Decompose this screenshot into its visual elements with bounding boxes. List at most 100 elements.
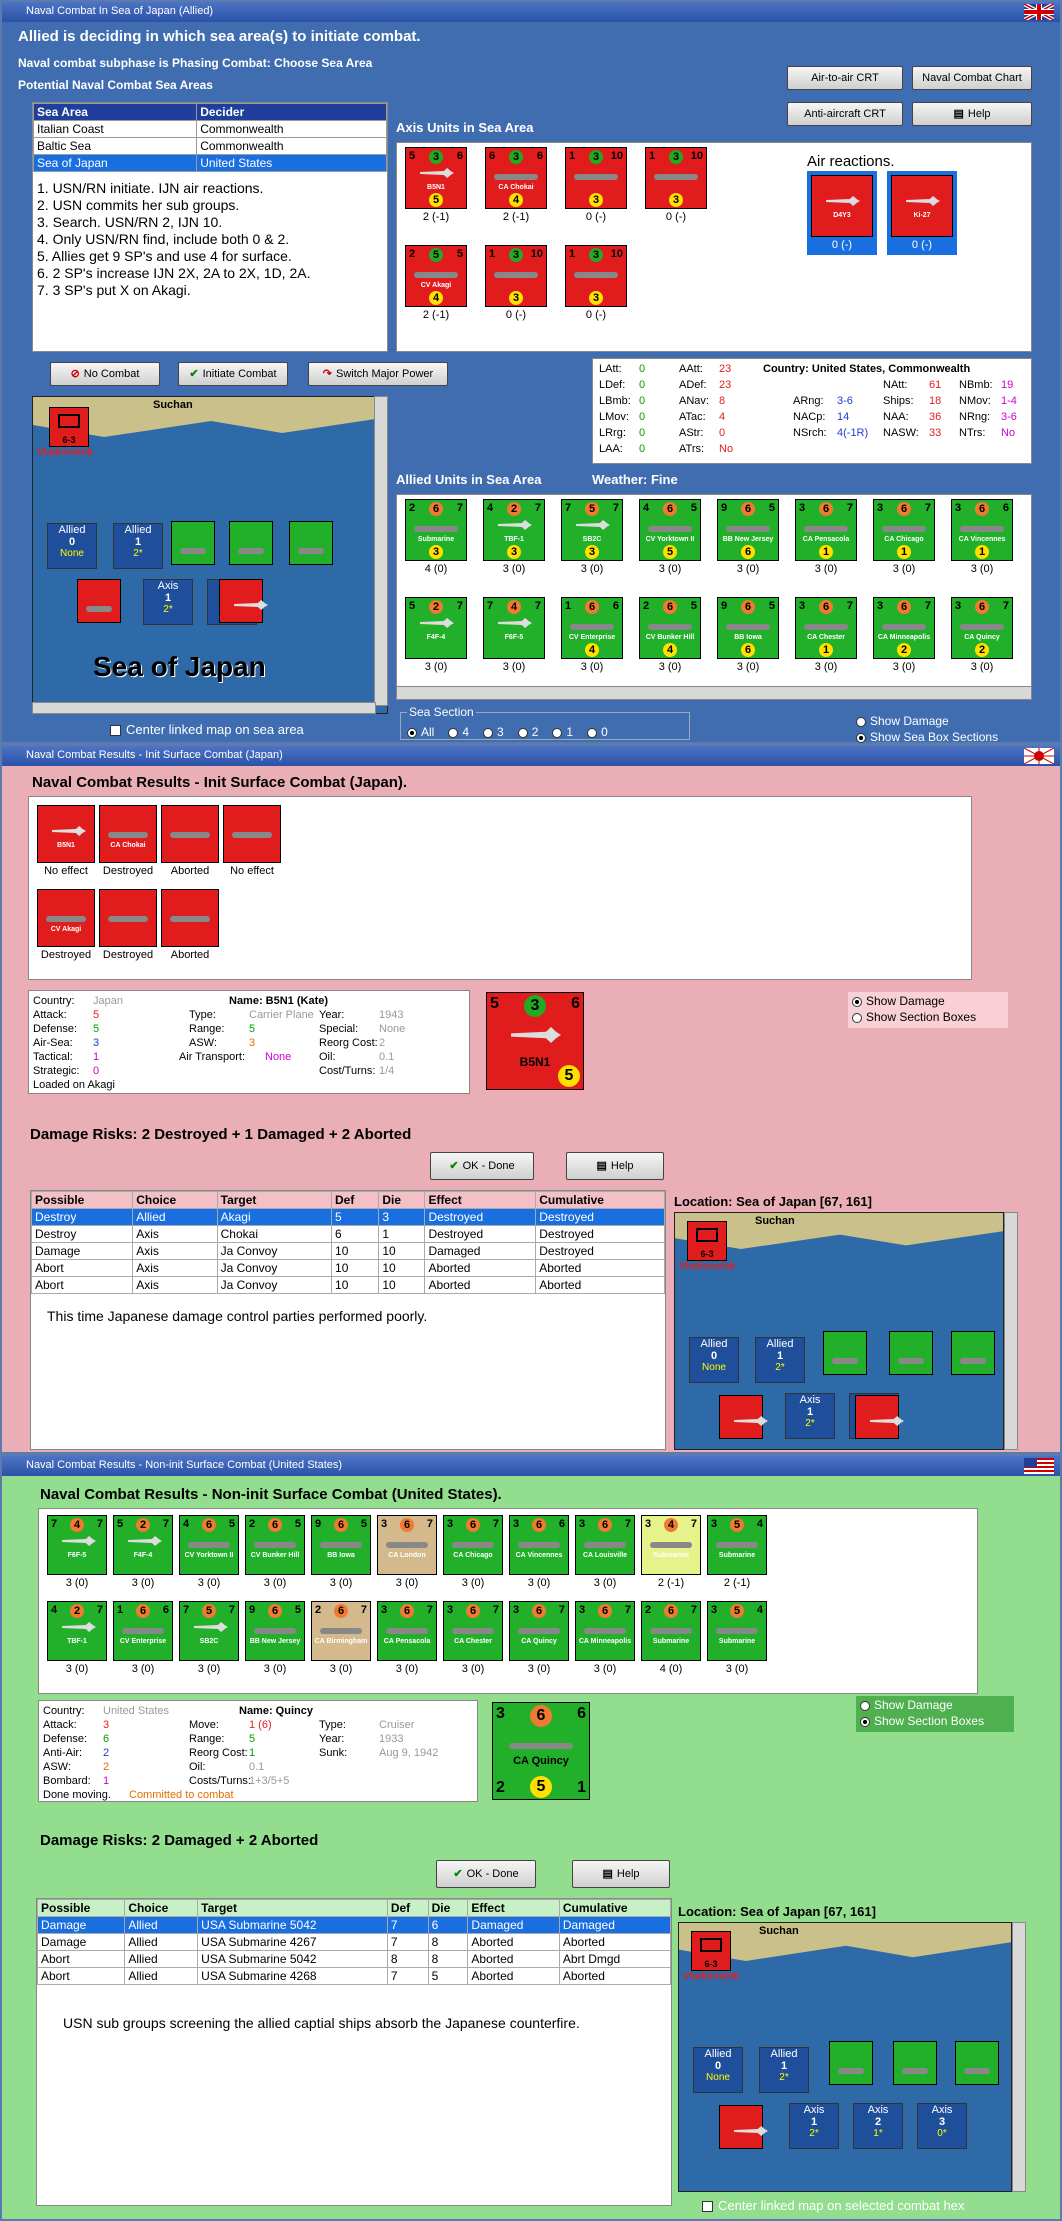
show-section-boxes-radio[interactable]: Show Section Boxes: [856, 1714, 1014, 1728]
unit-counter[interactable]: 9 6 5 BB New Jersey 6: [717, 499, 779, 561]
show-section-boxes-radio[interactable]: Show Section Boxes: [848, 1010, 1008, 1024]
air-unit-counter[interactable]: D4Y3: [811, 175, 873, 237]
sea-box[interactable]: Allied 1 2*: [755, 1337, 805, 1383]
results-row[interactable]: Abort Axis Ja Convoy 10 10 Aborted Aborted: [30, 1276, 665, 1294]
unit-counter[interactable]: 5 2 7 F4F-4: [405, 597, 467, 659]
unit-counter[interactable]: 2 5 5 CV Akagi 4: [405, 245, 467, 307]
results-row[interactable]: Destroy Allied Akagi 5 3 Destroyed Destroyed: [30, 1208, 665, 1226]
sea-map[interactable]: Suchan 6-3 Vladivostok Allied 0 None Allied…: [32, 396, 388, 714]
air-unit-counter[interactable]: Ki-27: [891, 175, 953, 237]
show-sea-box-radio[interactable]: Show Sea Box Sections: [856, 730, 998, 744]
unit-counter[interactable]: 7 4 7 F6F-5: [47, 1515, 107, 1575]
naval-combat-chart-button[interactable]: Naval Combat Chart: [912, 66, 1032, 90]
help-button[interactable]: ▤ Help: [912, 102, 1032, 126]
sea-section-radio[interactable]: 3: [483, 725, 504, 739]
sea-area-row[interactable]: Italian Coast Commonwealth: [32, 120, 387, 138]
location-map[interactable]: Suchan 6-3 Vladivostok Allied 0 None Allied…: [678, 1922, 1012, 2192]
unit-counter[interactable]: 4 2 7 TBF-1: [47, 1601, 107, 1661]
unit-counter[interactable]: 9 6 5 BB New Jersey: [245, 1601, 305, 1661]
unit-counter[interactable]: 1 6 6 CV Enterprise: [113, 1601, 173, 1661]
results-row[interactable]: Damage Allied USA Submarine 4267 7 8 Aborted A…: [36, 1933, 672, 1951]
port-counter[interactable]: 6-3: [691, 1931, 731, 1971]
unit-counter[interactable]: 5 2 7 F4F-4: [113, 1515, 173, 1575]
unit-counter[interactable]: CA Chokai: [99, 805, 157, 863]
map-vertical-scrollbar[interactable]: [1004, 1212, 1018, 1450]
map-horizontal-scrollbar[interactable]: [32, 702, 376, 714]
unit-counter[interactable]: 3 6 7 CA London: [377, 1515, 437, 1575]
unit-counter[interactable]: [889, 1331, 933, 1375]
sea-box[interactable]: Axis 1 2*: [785, 1393, 835, 1439]
results-row[interactable]: Abort Axis Ja Convoy 10 10 Aborted Aborted: [30, 1259, 665, 1277]
port-counter[interactable]: 6-3: [49, 407, 89, 447]
unit-counter[interactable]: 4 6 5 CV Yorktown II 5: [639, 499, 701, 561]
unit-counter[interactable]: CV Akagi: [37, 889, 95, 947]
unit-counter[interactable]: 4 6 5 CV Yorktown II: [179, 1515, 239, 1575]
port-counter[interactable]: 6-3: [687, 1221, 727, 1261]
unit-counter[interactable]: [77, 579, 121, 623]
unit-counter[interactable]: 3 6 7 CA Chicago 1: [873, 499, 935, 561]
unit-counter[interactable]: [219, 579, 268, 623]
sea-box[interactable]: Allied 0 None: [689, 1337, 739, 1383]
allied-units-scrollbar[interactable]: [396, 686, 1032, 700]
unit-counter[interactable]: 2 6 5 CV Bunker Hill 4: [639, 597, 701, 659]
unit-counter[interactable]: [229, 521, 273, 565]
sea-area-row[interactable]: Baltic Sea Commonwealth: [32, 137, 387, 155]
unit-counter[interactable]: 3 6 7 CA Pensacola 1: [795, 499, 857, 561]
sea-section-radio[interactable]: 4: [448, 725, 469, 739]
sea-section-radio[interactable]: 1: [552, 725, 573, 739]
unit-counter[interactable]: 3 6 7 CA Chester: [443, 1601, 503, 1661]
unit-counter[interactable]: [161, 805, 219, 863]
sea-box[interactable]: Axis 2 1*: [853, 2103, 903, 2149]
unit-counter[interactable]: 2 6 7 Submarine 3: [405, 499, 467, 561]
sea-box[interactable]: Allied 0 None: [693, 2047, 743, 2093]
show-damage-radio[interactable]: Show Damage: [856, 714, 949, 728]
unit-counter[interactable]: 2 6 7 CA Birmingham: [311, 1601, 371, 1661]
unit-counter[interactable]: 4 2 7 TBF-1 3: [483, 499, 545, 561]
sea-box[interactable]: Axis 1 2*: [789, 2103, 839, 2149]
unit-counter[interactable]: 3 6 6 CA Vincennes 1: [951, 499, 1013, 561]
initiate-combat-button[interactable]: ✔ Initiate Combat: [178, 362, 288, 386]
unit-counter[interactable]: 3 6 7 CA Pensacola: [377, 1601, 437, 1661]
unit-counter[interactable]: 7 5 7 SB2C 3: [561, 499, 623, 561]
unit-counter[interactable]: 9 6 5 BB Iowa 6: [717, 597, 779, 659]
unit-counter[interactable]: 7 4 7 F6F-5: [483, 597, 545, 659]
sea-box[interactable]: Axis30*: [917, 2103, 967, 2149]
unit-counter[interactable]: [855, 1395, 904, 1439]
show-damage-radio[interactable]: Show Damage: [856, 1696, 1014, 1714]
help-button[interactable]: ▤ Help: [566, 1152, 664, 1180]
unit-counter[interactable]: 3 6 7 CA Louisville: [575, 1515, 635, 1575]
help-button[interactable]: ▤ Help: [572, 1860, 670, 1888]
sea-section-radio[interactable]: All: [407, 725, 434, 739]
ok-done-button[interactable]: ✔ OK - Done: [430, 1152, 534, 1180]
results-row[interactable]: Damage Axis Ja Convoy 10 10 Damaged Destroyed: [30, 1242, 665, 1260]
unit-counter[interactable]: 1 3 10 3: [565, 147, 627, 209]
ok-done-button[interactable]: ✔ OK - Done: [436, 1860, 536, 1888]
unit-counter[interactable]: [955, 2041, 999, 2085]
unit-counter[interactable]: 3 6 7 CA Chicago: [443, 1515, 503, 1575]
anti-aircraft-crt-button[interactable]: Anti-aircraft CRT: [787, 102, 903, 126]
unit-counter[interactable]: 3 6 7 CA Quincy 2: [951, 597, 1013, 659]
unit-counter[interactable]: 3 4 7 Submarine: [641, 1515, 701, 1575]
sea-section-radio[interactable]: 2: [517, 725, 538, 739]
sea-area-row-selected[interactable]: Sea of Japan United States: [32, 154, 387, 172]
unit-counter[interactable]: B5N1: [37, 805, 95, 863]
sea-box[interactable]: Allied 0 None: [47, 523, 97, 569]
map-vertical-scrollbar[interactable]: [374, 396, 388, 706]
unit-counter[interactable]: [719, 2105, 768, 2149]
unit-counter[interactable]: [951, 1331, 995, 1375]
unit-counter[interactable]: 1 3 10 3: [645, 147, 707, 209]
unit-counter[interactable]: 1 3 10 3: [565, 245, 627, 307]
unit-counter[interactable]: 3 5 4 Submarine: [707, 1515, 767, 1575]
unit-counter[interactable]: 2 6 7 Submarine: [641, 1601, 701, 1661]
unit-counter[interactable]: 9 6 5 BB Iowa: [311, 1515, 371, 1575]
center-map-checkbox[interactable]: Center linked map on sea area: [110, 722, 304, 737]
unit-counter[interactable]: 5 3 6 B5N1 5: [405, 147, 467, 209]
switch-major-power-button[interactable]: ↷ Switch Major Power: [308, 362, 448, 386]
title-bar[interactable]: Naval Combat Results - Init Surface Comb…: [2, 746, 1060, 766]
unit-counter[interactable]: 3 6 7 CA Chester 1: [795, 597, 857, 659]
show-damage-radio[interactable]: Show Damage: [848, 992, 1008, 1010]
results-row[interactable]: Abort Allied USA Submarine 4268 7 5 Aborted Ab…: [36, 1967, 672, 1985]
sea-box[interactable]: Allied 1 2*: [113, 523, 163, 569]
selected-unit-counter[interactable]: 536 B5N1 5: [486, 992, 584, 1090]
sea-section-radio[interactable]: 0: [587, 725, 608, 739]
